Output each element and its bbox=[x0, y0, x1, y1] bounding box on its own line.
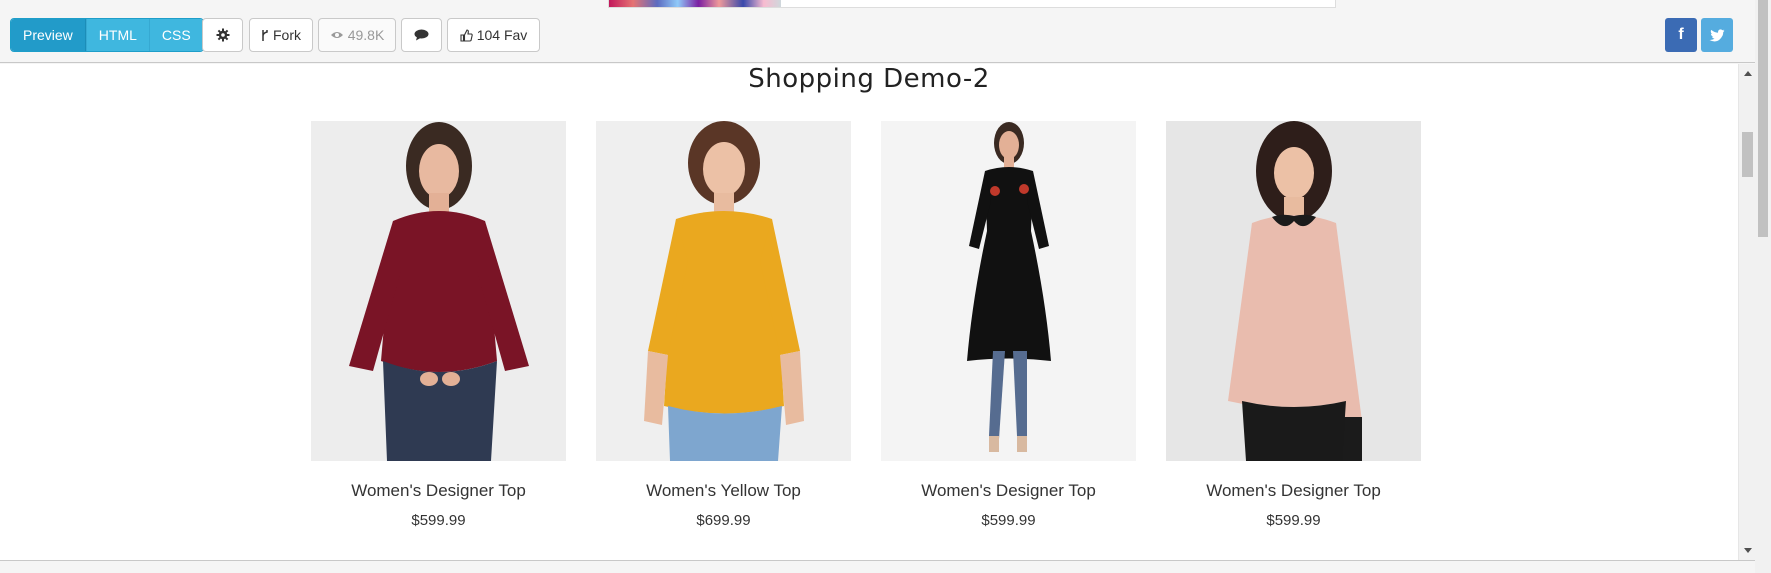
scroll-down-arrow-icon[interactable] bbox=[1744, 548, 1752, 553]
views-count: 49.8K bbox=[347, 27, 385, 43]
model-black-tunic-image bbox=[967, 122, 1051, 452]
preview-scrollbar[interactable] bbox=[1738, 64, 1755, 560]
gear-icon bbox=[216, 28, 229, 42]
product-image[interactable] bbox=[881, 121, 1136, 461]
preview-scrollbar-thumb[interactable] bbox=[1742, 132, 1753, 177]
eye-icon bbox=[330, 32, 343, 38]
fork-button[interactable]: Fork bbox=[249, 18, 313, 52]
editor-toolbar: Preview HTML CSS Fork 49.8K 104 Fav f bbox=[0, 0, 1771, 63]
fork-label: Fork bbox=[273, 27, 301, 43]
product-image[interactable] bbox=[1166, 121, 1421, 461]
product-price: $599.99 bbox=[1266, 512, 1321, 529]
window-scrollbar[interactable] bbox=[1755, 0, 1771, 573]
page-title: Shopping Demo-2 bbox=[748, 64, 990, 94]
views-counter: 49.8K bbox=[318, 18, 396, 52]
ad-banner[interactable] bbox=[608, 0, 1336, 8]
bottom-panel-edge bbox=[0, 560, 1755, 573]
product-price: $599.99 bbox=[981, 512, 1036, 529]
product-image[interactable] bbox=[596, 121, 851, 461]
window-scrollbar-thumb[interactable] bbox=[1758, 0, 1768, 237]
tab-css[interactable]: CSS bbox=[148, 19, 203, 51]
fork-icon bbox=[262, 29, 268, 41]
product-price: $699.99 bbox=[696, 512, 751, 529]
product-name[interactable]: Women's Designer Top bbox=[881, 481, 1136, 501]
product-image[interactable] bbox=[311, 121, 566, 461]
model-yellow-top-image bbox=[644, 121, 804, 461]
comment-icon bbox=[414, 29, 429, 41]
product-grid: Women's Designer Top $599.99 Women's Yel… bbox=[311, 121, 1421, 529]
product-card[interactable]: Women's Designer Top $599.99 bbox=[1166, 121, 1421, 529]
view-mode-tabs: Preview HTML CSS bbox=[10, 18, 204, 52]
thumbs-up-icon bbox=[460, 28, 473, 42]
twitter-icon bbox=[1709, 28, 1725, 41]
scroll-up-arrow-icon[interactable] bbox=[1744, 71, 1752, 76]
ad-banner-image bbox=[609, 0, 781, 7]
product-name[interactable]: Women's Designer Top bbox=[1166, 481, 1421, 501]
facebook-icon: f bbox=[1678, 26, 1684, 43]
twitter-share-button[interactable] bbox=[1701, 18, 1733, 52]
model-red-lace-top-image bbox=[349, 122, 529, 461]
product-name[interactable]: Women's Designer Top bbox=[311, 481, 566, 501]
product-card[interactable]: Women's Designer Top $599.99 bbox=[881, 121, 1136, 529]
fav-button[interactable]: 104 Fav bbox=[447, 18, 540, 52]
preview-frame: Shopping Demo-2 Women's Designer Top $59… bbox=[0, 64, 1738, 560]
fav-label: 104 Fav bbox=[476, 27, 528, 43]
tab-html[interactable]: HTML bbox=[85, 19, 149, 51]
model-peach-blouse-image bbox=[1228, 121, 1362, 461]
product-price: $599.99 bbox=[411, 512, 466, 529]
product-name[interactable]: Women's Yellow Top bbox=[596, 481, 851, 501]
product-card[interactable]: Women's Yellow Top $699.99 bbox=[596, 121, 851, 529]
settings-button[interactable] bbox=[202, 18, 243, 52]
product-card[interactable]: Women's Designer Top $599.99 bbox=[311, 121, 566, 529]
facebook-share-button[interactable]: f bbox=[1665, 18, 1697, 52]
tab-preview[interactable]: Preview bbox=[11, 19, 86, 51]
comments-button[interactable] bbox=[401, 18, 442, 52]
